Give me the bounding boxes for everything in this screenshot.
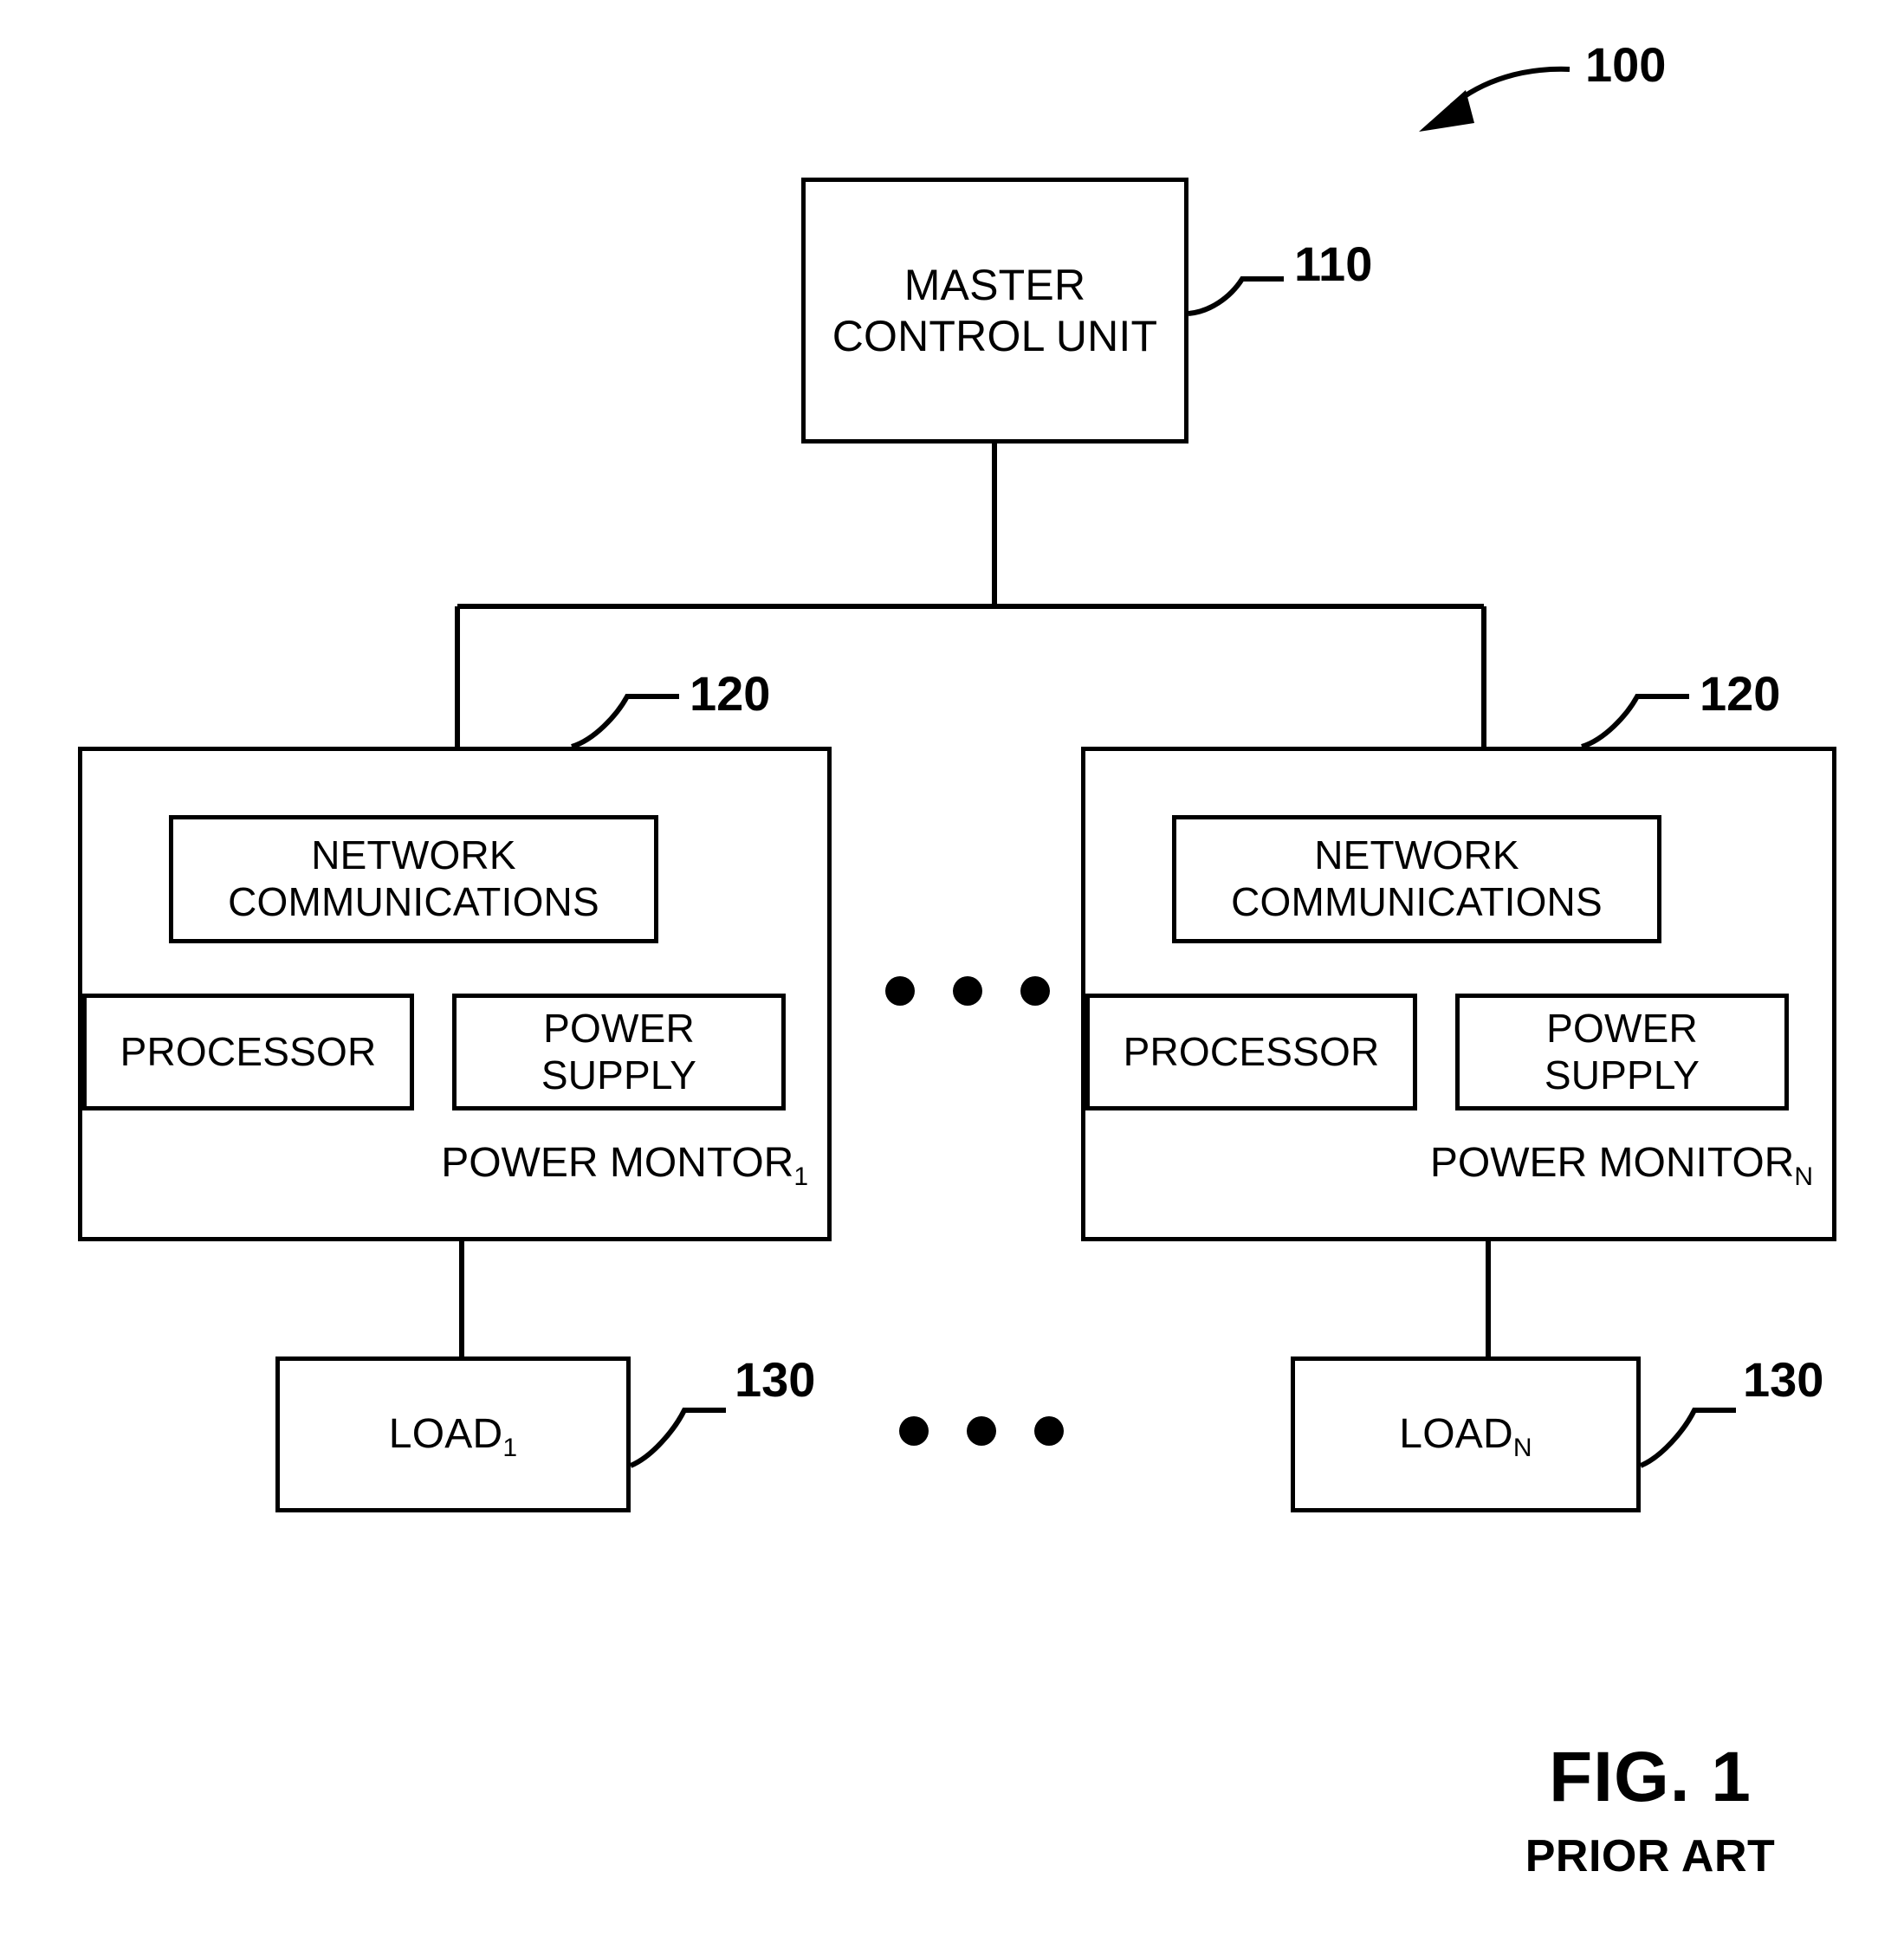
- power-supply-box-n: POWER SUPPLY: [1455, 994, 1789, 1110]
- load-1-label: LOAD1: [388, 1410, 518, 1462]
- ellipsis-dot: [899, 1416, 929, 1446]
- processor-label-n: PROCESSOR: [1123, 1028, 1380, 1074]
- ellipsis-dot: [953, 976, 982, 1006]
- patent-figure: 100 110 120 120 130 130 MASTER CONTROL U…: [0, 0, 1904, 1936]
- load-1-box: LOAD1: [275, 1356, 631, 1512]
- network-communications-box-n: NETWORK COMMUNICATIONS: [1172, 815, 1661, 943]
- processor-box-n: PROCESSOR: [1085, 994, 1417, 1110]
- figure-title: FIG. 1: [1549, 1738, 1752, 1816]
- load-n-label-subscript: N: [1512, 1433, 1532, 1462]
- load-1-label-text: LOAD: [388, 1410, 503, 1457]
- load-n-label-text: LOAD: [1399, 1410, 1513, 1457]
- reference-numeral-130-right: 130: [1743, 1352, 1824, 1407]
- power-monitor-1-caption-subscript: 1: [793, 1162, 808, 1191]
- power-monitor-n-box: NETWORK COMMUNICATIONS PROCESSOR POWER S…: [1081, 747, 1836, 1241]
- power-monitor-1-caption-text: POWER MONTOR: [441, 1140, 794, 1186]
- reference-numeral-110: 110: [1294, 236, 1373, 291]
- power-monitor-n-caption-subscript: N: [1794, 1162, 1813, 1191]
- network-communications-box-1: NETWORK COMMUNICATIONS: [169, 815, 658, 943]
- master-control-unit-label: MASTER CONTROL UNIT: [832, 261, 1158, 360]
- leader-line-130-right: [1639, 1408, 1736, 1468]
- leader-line-110: [1188, 276, 1284, 316]
- processor-box-1: PROCESSOR: [82, 994, 414, 1110]
- ellipsis-loads: [899, 1416, 1064, 1446]
- reference-numeral-120-left: 120: [690, 666, 771, 721]
- ellipsis-dot: [967, 1416, 996, 1446]
- ellipsis-power-monitors: [885, 976, 1050, 1006]
- reference-numeral-100: 100: [1585, 37, 1667, 92]
- figure-caption: FIG. 1 PRIOR ART: [1477, 1737, 1823, 1882]
- load-n-label: LOADN: [1399, 1410, 1532, 1462]
- power-monitor-1-caption: POWER MONTOR1: [441, 1139, 808, 1191]
- power-supply-box-1: POWER SUPPLY: [452, 994, 786, 1110]
- network-communications-label-n: NETWORK COMMUNICATIONS: [1231, 832, 1603, 924]
- ellipsis-dot: [1020, 976, 1050, 1006]
- power-monitor-n-caption-text: POWER MONITOR: [1429, 1140, 1795, 1186]
- leader-line-120-left: [571, 694, 679, 749]
- figure-subtitle: PRIOR ART: [1525, 1831, 1776, 1881]
- network-communications-label-1: NETWORK COMMUNICATIONS: [228, 832, 599, 924]
- reference-numeral-130-left: 130: [735, 1352, 816, 1407]
- reference-numeral-120-right: 120: [1700, 666, 1781, 721]
- system-ref-arrow-100: [1419, 66, 1570, 132]
- load-n-box: LOADN: [1291, 1356, 1641, 1512]
- ellipsis-dot: [1034, 1416, 1064, 1446]
- power-supply-label-n: POWER SUPPLY: [1544, 1005, 1700, 1097]
- leader-line-130-left: [629, 1408, 726, 1468]
- power-supply-label-1: POWER SUPPLY: [541, 1005, 697, 1097]
- leader-line-120-right: [1581, 694, 1689, 749]
- ellipsis-dot: [885, 976, 915, 1006]
- load-1-label-subscript: 1: [502, 1433, 518, 1462]
- processor-label-1: PROCESSOR: [120, 1028, 377, 1074]
- master-control-unit-box: MASTER CONTROL UNIT: [801, 178, 1188, 444]
- power-monitor-n-caption: POWER MONITORN: [1429, 1139, 1813, 1191]
- power-monitor-1-box: NETWORK COMMUNICATIONS PROCESSOR POWER S…: [78, 747, 832, 1241]
